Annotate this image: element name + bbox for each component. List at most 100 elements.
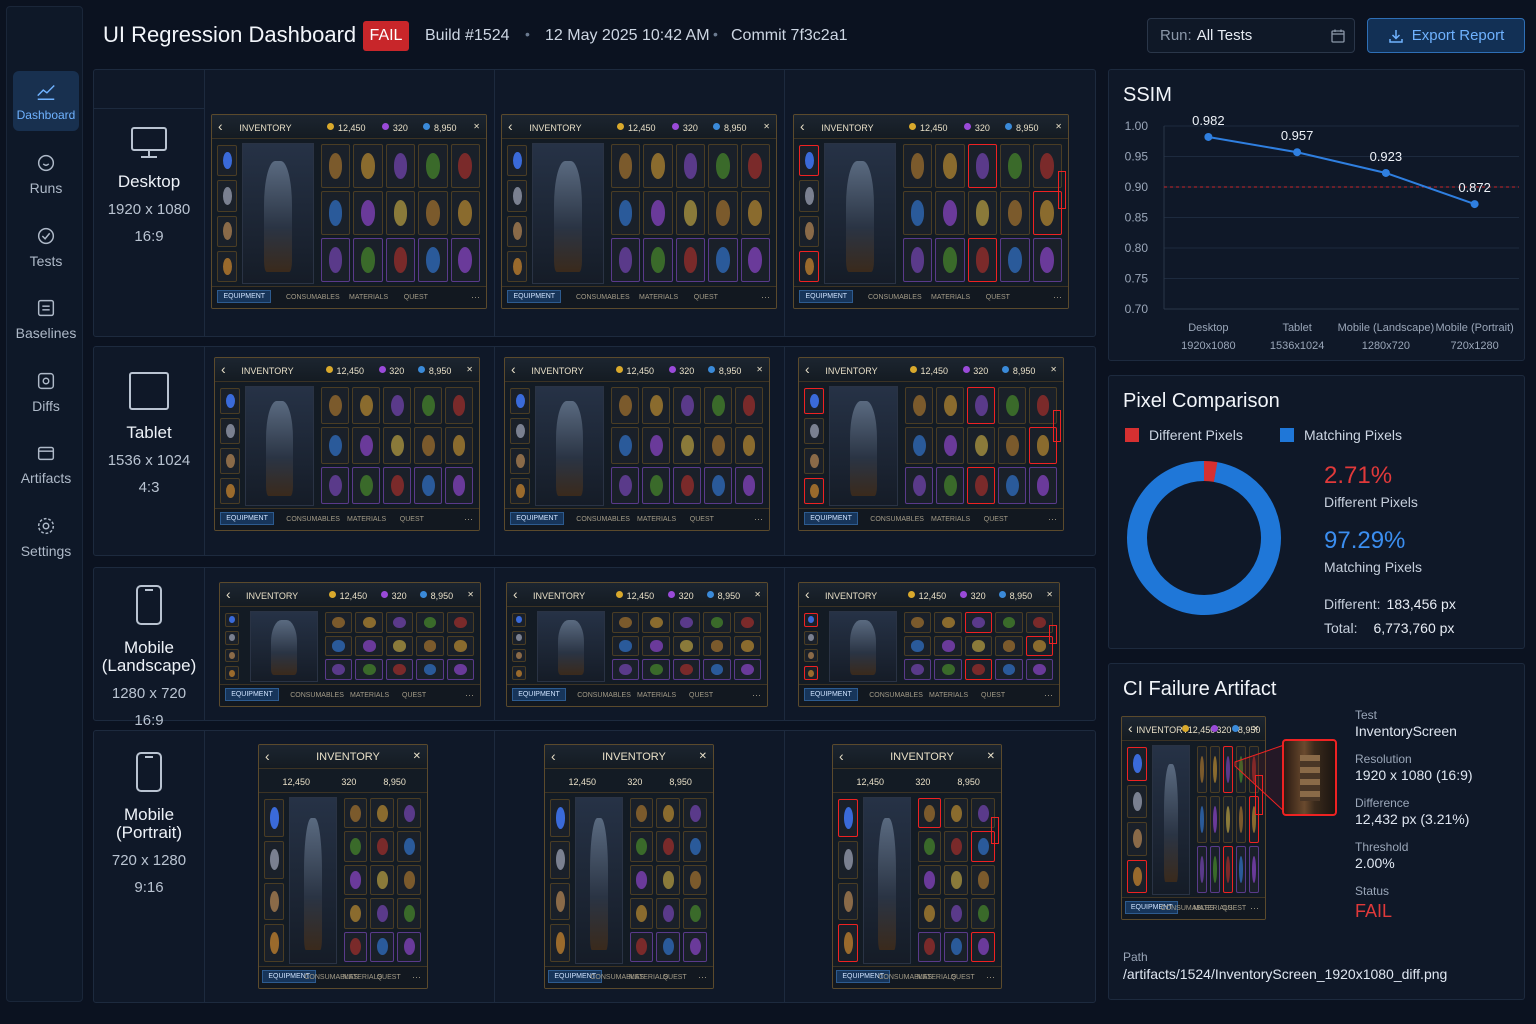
equipped-slot[interactable] [507, 180, 527, 212]
equipped-slot[interactable] [804, 666, 818, 680]
inventory-slot[interactable] [445, 387, 473, 424]
inventory-slot[interactable] [683, 898, 707, 929]
inventory-tab[interactable]: EQUIPMENT [220, 512, 274, 525]
inventory-slot[interactable] [418, 191, 448, 235]
inventory-slot[interactable] [998, 427, 1027, 464]
inventory-tab[interactable]: QUEST [951, 974, 975, 981]
equipped-slot[interactable] [225, 613, 239, 627]
inventory-tab[interactable]: CONSUMABLES [576, 516, 630, 523]
inventory-slot[interactable] [629, 798, 654, 829]
inventory-slot[interactable] [414, 387, 443, 424]
inventory-tab[interactable]: CONSUMABLES [869, 692, 923, 699]
inventory-slot[interactable] [629, 831, 654, 862]
inventory-slot[interactable] [703, 612, 731, 633]
inventory-slot[interactable] [416, 635, 444, 657]
equipped-slot[interactable] [550, 924, 570, 962]
equipped-slot[interactable] [804, 478, 824, 504]
equipped-slot[interactable] [799, 215, 819, 247]
inventory-preview[interactable]: ‹ INVENTORY ✕ 12,450 320 8,950 EQUIPMENT CONSUM… [258, 744, 428, 989]
equipped-slot[interactable] [217, 180, 237, 212]
inventory-slot[interactable] [944, 798, 969, 829]
inventory-tab[interactable]: QUEST [402, 692, 426, 699]
inventory-slot[interactable] [672, 635, 701, 657]
inventory-slot[interactable] [708, 238, 738, 282]
back-chevron-icon[interactable]: ‹ [508, 118, 513, 134]
inventory-slot[interactable] [446, 659, 474, 680]
sidebar-item-tests[interactable]: Tests [13, 217, 79, 277]
inventory-slot[interactable] [343, 798, 368, 829]
back-chevron-icon[interactable]: ‹ [513, 586, 518, 602]
inventory-slot[interactable] [1196, 846, 1207, 893]
inventory-slot[interactable] [397, 898, 421, 929]
inventory-tab[interactable]: MATERIALS [931, 294, 970, 301]
inventory-slot[interactable] [610, 238, 641, 282]
inventory-tab[interactable]: EQUIPMENT [799, 290, 854, 303]
equipped-slot[interactable] [799, 145, 819, 177]
equipped-slot[interactable] [220, 418, 240, 444]
inventory-tab[interactable]: EQUIPMENT [512, 688, 566, 701]
equipped-slot[interactable] [264, 840, 284, 879]
inventory-preview[interactable]: ‹ INVENTORY ✕ 12,450 320 8,950 EQUIPMENT CONSUM… [798, 582, 1060, 707]
inventory-slot[interactable] [917, 898, 942, 929]
inventory-slot[interactable] [683, 931, 707, 962]
inventory-slot[interactable] [352, 467, 381, 504]
equipped-slot[interactable] [550, 840, 570, 879]
inventory-tab[interactable]: QUEST [986, 294, 1010, 301]
inventory-slot[interactable] [740, 144, 770, 188]
equipped-slot[interactable] [1127, 859, 1147, 893]
sidebar-item-runs[interactable]: Runs [13, 144, 79, 204]
back-chevron-icon[interactable]: ‹ [551, 748, 556, 764]
more-icon[interactable]: ··· [698, 972, 707, 982]
inventory-slot[interactable] [385, 144, 416, 188]
inventory-slot[interactable] [656, 798, 681, 829]
close-icon[interactable]: ✕ [987, 751, 995, 762]
close-icon[interactable]: ✕ [467, 590, 474, 599]
inventory-tab[interactable]: QUEST [689, 692, 713, 699]
close-icon[interactable]: ✕ [754, 590, 761, 599]
inventory-slot[interactable] [656, 864, 681, 896]
inventory-slot[interactable] [998, 467, 1027, 504]
equipped-slot[interactable] [510, 418, 530, 444]
equipped-slot[interactable] [804, 648, 818, 663]
equipped-slot[interactable] [264, 799, 284, 837]
inventory-slot[interactable] [353, 191, 383, 235]
inventory-slot[interactable] [735, 427, 763, 464]
equipped-slot[interactable] [510, 388, 530, 414]
inventory-slot[interactable] [740, 238, 770, 282]
equipped-slot[interactable] [804, 448, 824, 474]
more-icon[interactable]: ··· [1250, 903, 1259, 913]
equipped-slot[interactable] [507, 145, 527, 177]
inventory-slot[interactable] [673, 387, 702, 424]
equipped-slot[interactable] [799, 250, 819, 282]
inventory-preview[interactable]: ‹ INVENTORY ✕ 12,450 320 8,950 EQUIPMENT CONSUM… [504, 357, 770, 531]
equipped-slot[interactable] [550, 799, 570, 837]
inventory-slot[interactable] [944, 864, 969, 896]
inventory-tab[interactable]: QUEST [690, 516, 714, 523]
inventory-slot[interactable] [416, 659, 444, 680]
inventory-slot[interactable] [352, 387, 381, 424]
inventory-slot[interactable] [936, 427, 965, 464]
close-icon[interactable]: ✕ [1055, 122, 1062, 131]
inventory-preview[interactable]: ‹ INVENTORY ✕ 12,450 320 8,950 EQUIPMENT CONSUM… [544, 744, 714, 989]
sidebar-item-baselines[interactable]: Baselines [13, 289, 79, 349]
inventory-slot[interactable] [1196, 746, 1207, 793]
inventory-tab[interactable]: MATERIALS [637, 692, 676, 699]
inventory-slot[interactable] [964, 659, 993, 680]
more-icon[interactable]: ··· [465, 690, 474, 700]
inventory-slot[interactable] [964, 635, 993, 657]
equipped-slot[interactable] [838, 924, 858, 962]
inventory-slot[interactable] [414, 467, 443, 504]
inventory-slot[interactable] [355, 659, 383, 680]
inventory-slot[interactable] [704, 467, 733, 504]
inventory-slot[interactable] [944, 898, 969, 929]
inventory-slot[interactable] [418, 144, 448, 188]
inventory-tab[interactable]: QUEST [694, 294, 718, 301]
more-icon[interactable]: ··· [471, 292, 480, 302]
inventory-slot[interactable] [673, 427, 702, 464]
inventory-slot[interactable] [370, 864, 395, 896]
inventory-tab[interactable]: EQUIPMENT [510, 512, 564, 525]
inventory-slot[interactable] [1000, 144, 1030, 188]
more-icon[interactable]: ··· [1048, 514, 1057, 524]
inventory-preview[interactable]: ‹ INVENTORY ✕ 12,450 320 8,950 EQUIPMENT CONSUM… [219, 582, 481, 707]
inventory-slot[interactable] [385, 612, 414, 633]
